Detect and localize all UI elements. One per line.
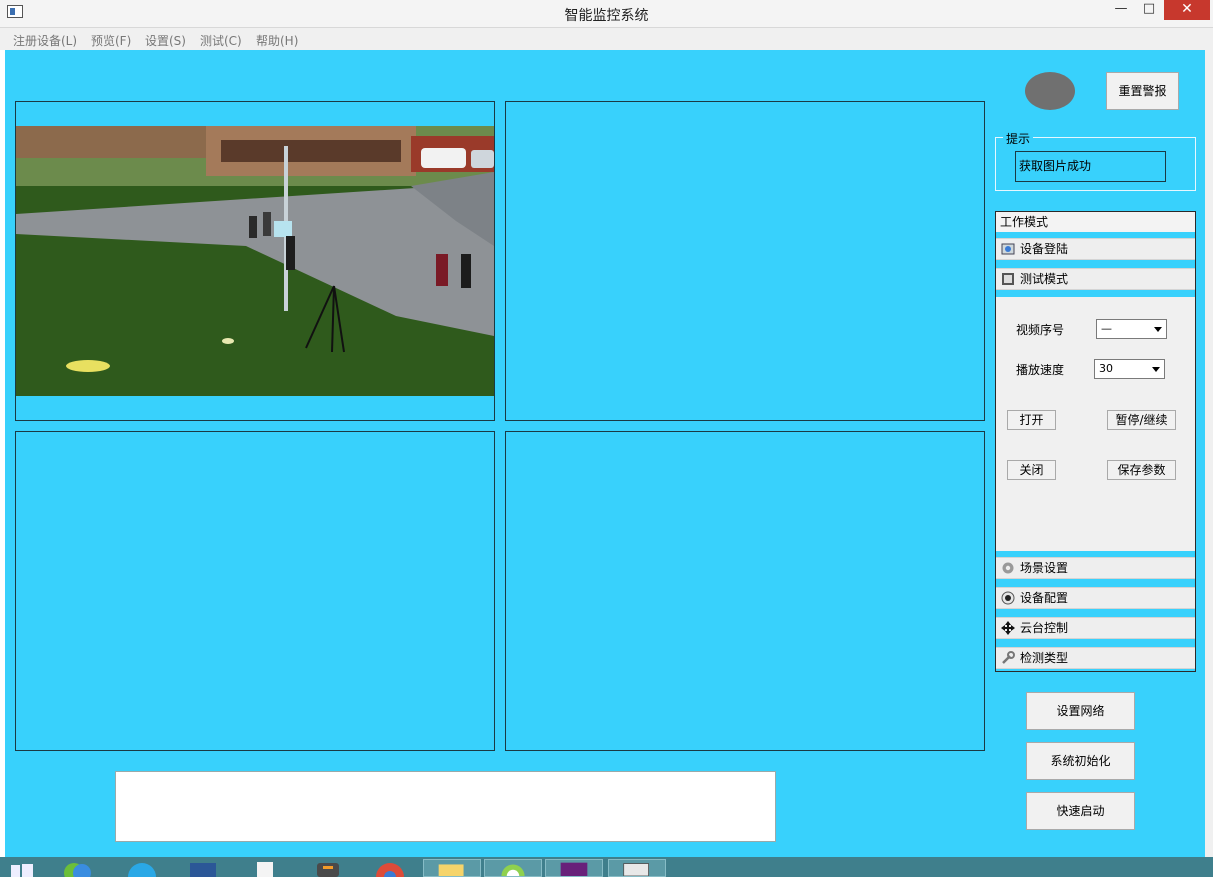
toolbox-item-label: 云台控制 [1020,621,1069,635]
chevron-down-icon [1154,327,1162,332]
visual-studio-icon[interactable] [545,859,603,877]
close-button[interactable]: ✕ [1164,0,1210,20]
play-speed-label: 播放速度 [1016,363,1065,377]
toolbox-item-device-login[interactable]: 设备登陆 [996,238,1195,260]
sublime-icon[interactable] [311,859,347,877]
toolbox-item-label: 测试模式 [1020,272,1069,286]
window-title: 智能监控系统 [564,8,649,24]
open-button[interactable]: 打开 [1007,410,1056,430]
video-index-label: 视频序号 [1016,323,1065,337]
chevron-down-icon [1152,367,1160,372]
menu-test[interactable]: 测试(C) [200,32,242,49]
save-params-button[interactable]: 保存参数 [1107,460,1176,480]
chrome-icon[interactable] [372,859,408,877]
camera-frame-image [16,126,494,396]
maximize-button[interactable]: □ [1136,0,1162,20]
pause-resume-button[interactable]: 暂停/继续 [1107,410,1176,430]
toolbox-item-label: 设备登陆 [1020,242,1069,256]
refresh-app-icon[interactable] [484,859,542,877]
play-speed-select[interactable]: 30 [1094,359,1165,379]
menu-help[interactable]: 帮助(H) [256,32,298,49]
video-index-select[interactable]: — [1096,319,1167,339]
toolbox-item-label: 场景设置 [1020,561,1069,575]
word-icon[interactable] [186,859,222,877]
toolbox-item-detection-type[interactable]: 检测类型 [996,647,1195,669]
login-icon [1001,243,1015,255]
browser-icon[interactable] [125,859,161,877]
video-view-4[interactable] [505,431,985,751]
messenger-icon[interactable] [60,859,96,877]
menu-register-device[interactable]: 注册设备(L) [13,32,77,49]
system-init-button[interactable]: 系统初始化 [1026,742,1135,780]
play-speed-value: 30 [1099,362,1113,375]
menu-bar: 注册设备(L) 预览(F) 设置(S) 测试(C) 帮助(H) [0,28,1213,50]
minimize-button[interactable]: — [1108,0,1134,20]
wrench-icon [1002,651,1015,664]
menu-preview[interactable]: 预览(F) [91,32,131,49]
close-video-button[interactable]: 关闭 [1007,460,1056,480]
log-output-box[interactable] [115,771,776,842]
toolbox-item-label: 设备配置 [1020,591,1069,605]
hint-title: 提示 [1003,130,1034,147]
document-icon[interactable] [249,859,285,877]
video-index-value: — [1101,322,1112,335]
menu-settings[interactable]: 设置(S) [145,32,186,49]
quick-start-button[interactable]: 快速启动 [1026,792,1135,830]
toolbox-item-label: 检测类型 [1020,651,1069,665]
test-mode-icon [1002,273,1014,285]
monitor-app-icon[interactable] [608,859,666,877]
start-icon[interactable] [8,859,36,877]
toolbox-item-test-mode[interactable]: 测试模式 [996,268,1195,290]
alarm-indicator [1025,72,1075,110]
title-bar: 智能监控系统 — □ ✕ [0,0,1213,28]
reset-alarm-button[interactable]: 重置警报 [1106,72,1179,110]
gear-icon [1002,562,1014,574]
toolbox-item-ptz-control[interactable]: 云台控制 [996,617,1195,639]
move-arrows-icon [1001,621,1015,635]
taskbar [0,857,1213,877]
set-network-button[interactable]: 设置网络 [1026,692,1135,730]
video-view-1[interactable] [15,101,495,421]
toolbox-item-device-config[interactable]: 设备配置 [996,587,1195,609]
video-view-2[interactable] [505,101,985,421]
window-border [1205,50,1213,857]
toolbox-item-scene-settings[interactable]: 场景设置 [996,557,1195,579]
video-view-3[interactable] [15,431,495,751]
device-config-icon [1001,591,1015,605]
toolbox-header: 工作模式 [996,212,1195,232]
file-explorer-icon[interactable] [423,859,481,877]
hint-message: 获取图片成功 [1015,151,1166,182]
